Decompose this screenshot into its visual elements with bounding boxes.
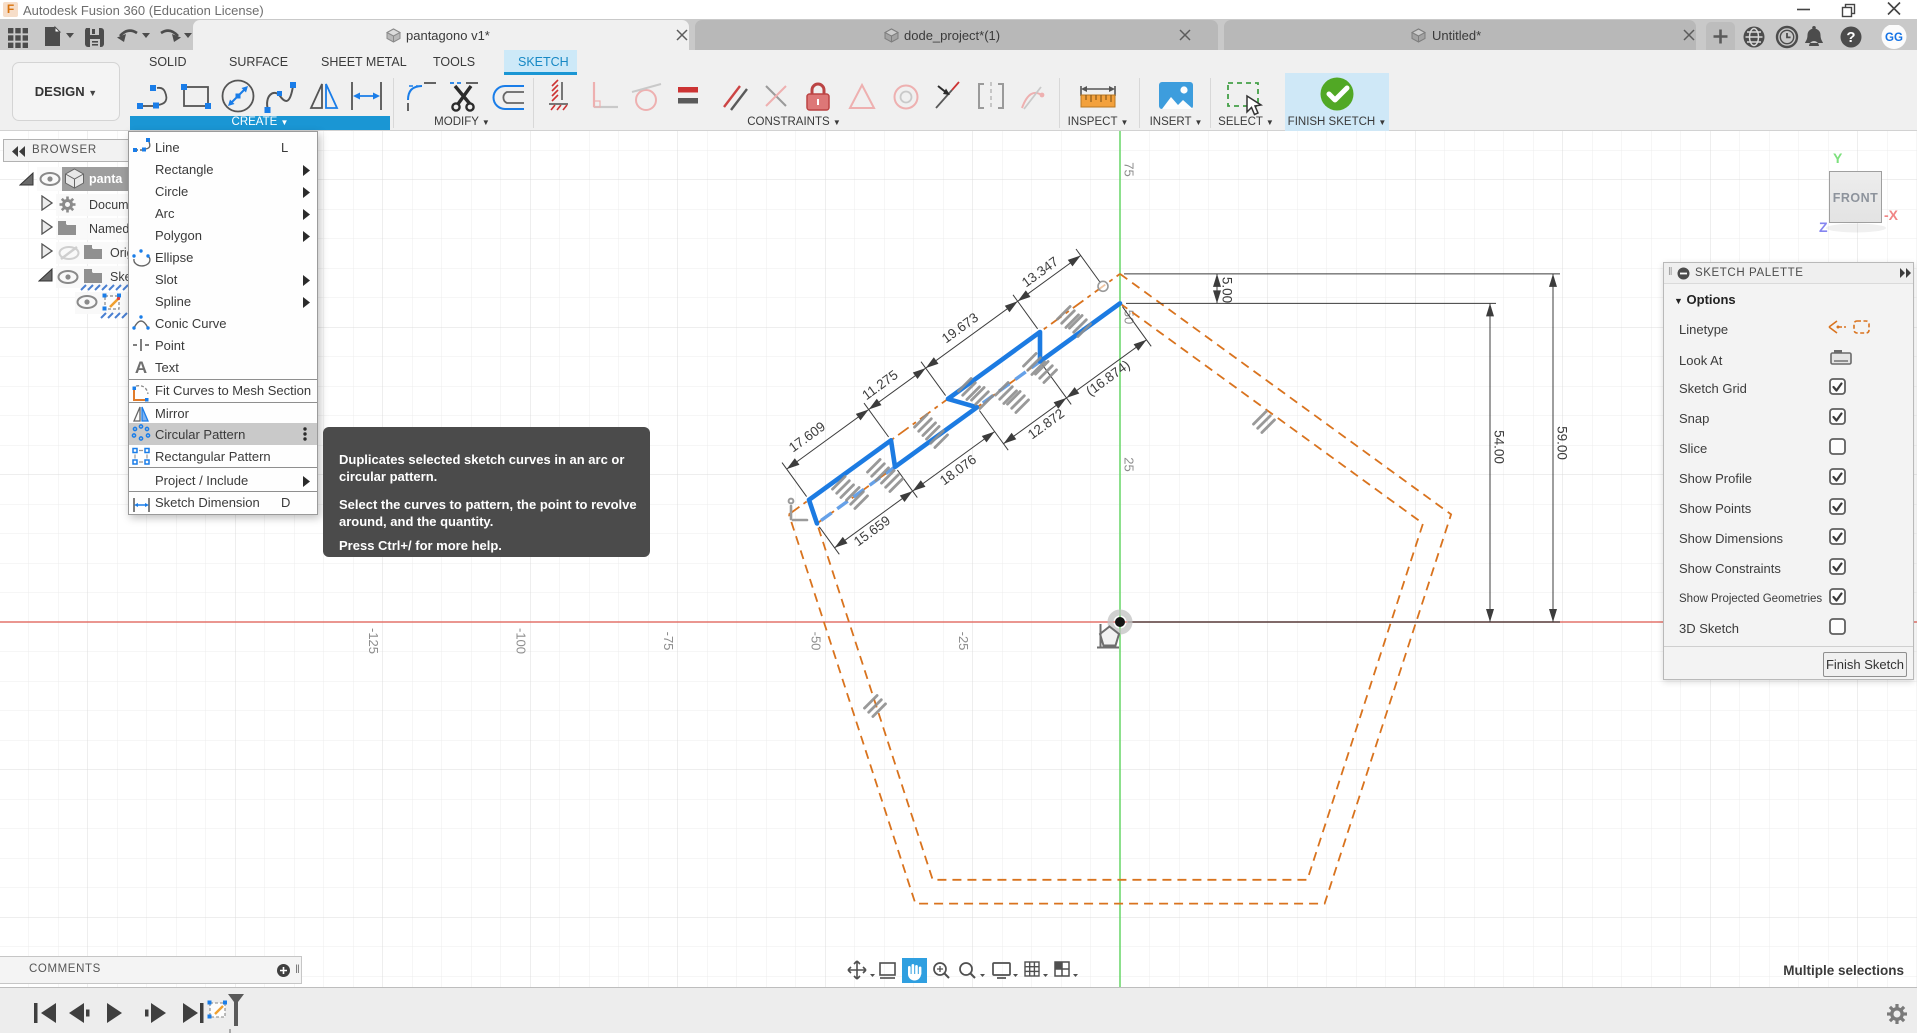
svg-text:75: 75 [1122, 162, 1137, 176]
svg-text:-75: -75 [661, 632, 676, 651]
svg-text:GG: GG [1885, 32, 1903, 44]
svg-text:25: 25 [1122, 457, 1137, 471]
svg-text:-25: -25 [956, 632, 971, 651]
svg-text:-125: -125 [366, 628, 381, 654]
svg-text:-100: -100 [514, 628, 529, 654]
svg-text:?: ? [1846, 29, 1855, 46]
svg-text:54.00: 54.00 [1492, 430, 1507, 464]
svg-text:-50: -50 [809, 632, 824, 651]
svg-text:50: 50 [1122, 310, 1137, 324]
svg-text:59.00: 59.00 [1555, 426, 1570, 460]
svg-text:A: A [135, 358, 147, 377]
svg-text:5.00: 5.00 [1220, 277, 1235, 303]
